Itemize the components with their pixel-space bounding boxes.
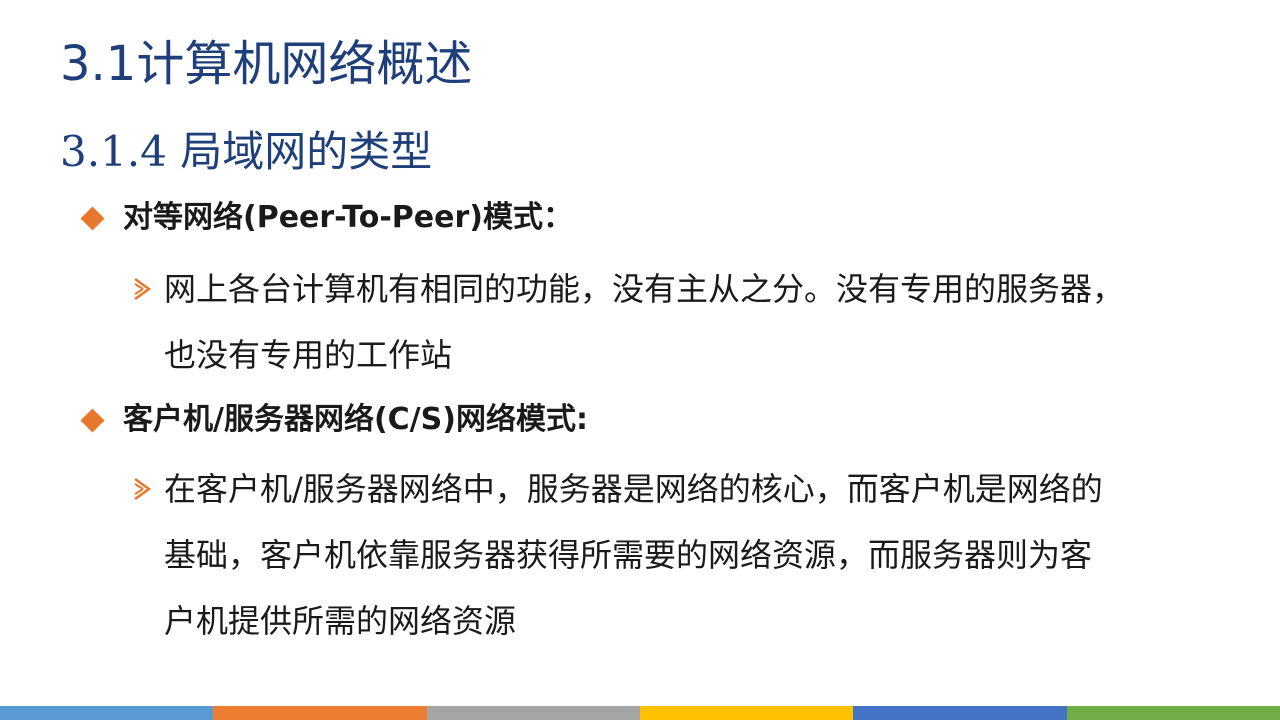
slide: 3.1计算机网络概述 3.1.4 局域网的类型 对等网络(Peer-To-Pee…: [0, 0, 1280, 720]
arrow-right-icon: [134, 277, 152, 301]
sub-bullet-text-line: 基础，客户机依靠服务器获得所需要的网络资源，而服务器则为客: [164, 536, 1093, 574]
sub-bullet-client-server: 在客户机/服务器网络中，服务器是网络的核心，而客户机是网络的 基础，客户机依靠服…: [128, 456, 1278, 654]
bullet-label: 对等网络(Peer-To-Peer)模式：: [123, 200, 573, 235]
orange-diamond-icon: [80, 205, 105, 231]
footer-segment: [426, 706, 640, 720]
footer-segment: [0, 706, 214, 720]
footer-segment: [639, 706, 854, 720]
footer-segment: [213, 706, 427, 720]
sub-bullet-text-line: 也没有专用的工作站: [164, 336, 453, 374]
slide-subtitle: 3.1.4 局域网的类型: [60, 127, 433, 176]
orange-diamond-icon: [80, 407, 105, 433]
sub-bullet-text-line: 网上各台计算机有相同的功能，没有主从之分。没有专用的服务器，: [164, 270, 1125, 308]
footer-segment: [1066, 706, 1280, 720]
sub-bullet-text-line: 在客户机/服务器网络中，服务器是网络的核心，而客户机是网络的: [164, 470, 1103, 508]
footer-segment: [853, 706, 1067, 720]
bullet-peer-to-peer: 对等网络(Peer-To-Peer)模式：: [80, 198, 573, 238]
footer-color-bar: [0, 706, 1280, 720]
bullet-client-server: 客户机/服务器网络(C/S)网络模式:: [80, 400, 588, 440]
bullet-label: 客户机/服务器网络(C/S)网络模式:: [123, 402, 588, 437]
arrow-right-icon: [134, 477, 152, 501]
sub-bullet-peer-to-peer: 网上各台计算机有相同的功能，没有主从之分。没有专用的服务器， 也没有专用的工作站: [128, 256, 1278, 388]
sub-bullet-text-line: 户机提供所需的网络资源: [164, 602, 517, 640]
slide-title: 3.1计算机网络概述: [60, 36, 473, 92]
